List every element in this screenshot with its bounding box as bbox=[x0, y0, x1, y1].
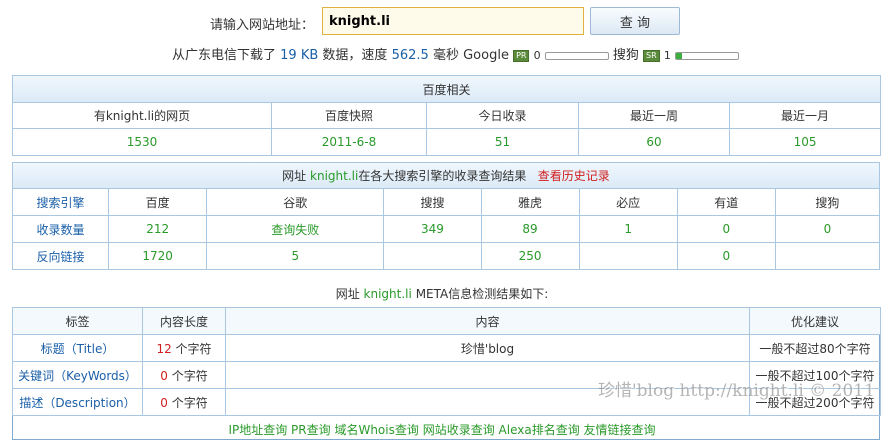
meta-row-label: 标题（Title） bbox=[12, 334, 143, 362]
baidu-snapshot-link[interactable]: 2011-6-8 bbox=[271, 128, 427, 156]
engines-header: 搜搜 bbox=[383, 188, 482, 216]
query-button[interactable]: 查 询 bbox=[590, 7, 680, 35]
meta-length: 0 个字符 bbox=[142, 361, 226, 389]
sr-bar bbox=[674, 51, 739, 60]
meta-row-label: 关键词（KeyWords） bbox=[12, 361, 143, 389]
status-mid: 数据，速度 bbox=[322, 48, 388, 63]
engines-cell[interactable]: 0 bbox=[774, 215, 881, 243]
engines-header: 百度 bbox=[108, 188, 208, 216]
meta-header: 内容长度 bbox=[142, 307, 226, 335]
engines-cell[interactable]: 212 bbox=[108, 215, 208, 243]
engines-cell[interactable]: 1720 bbox=[108, 242, 208, 270]
sr-badge-icon: SR bbox=[643, 49, 660, 62]
meta-title-suffix: META信息检测结果如下: bbox=[415, 287, 549, 301]
meta-row-label: 描述（Description） bbox=[12, 388, 143, 416]
pr-badge-icon: PR bbox=[513, 49, 530, 62]
history-link[interactable]: 查看历史记录 bbox=[538, 169, 610, 183]
download-size: 19 KB bbox=[280, 48, 319, 63]
meta-length-value: 0 bbox=[160, 395, 168, 410]
baidu-header: 有knight.li的网页 bbox=[12, 102, 272, 129]
status-unit: 毫秒 bbox=[432, 48, 459, 63]
url-input[interactable] bbox=[322, 7, 584, 35]
engines-cell[interactable]: 89 bbox=[480, 215, 580, 243]
engines-cell[interactable]: 250 bbox=[480, 242, 580, 270]
sr-value: 1 bbox=[663, 49, 671, 62]
google-label: Google bbox=[463, 48, 509, 63]
status-line: 从广东电信下载了 19 KB 数据，速度 562.5 毫秒 Google PR … bbox=[172, 44, 739, 63]
footer-link-index[interactable]: 网站收录查询 bbox=[423, 423, 495, 437]
meta-length-value: 12 bbox=[156, 341, 172, 356]
pr-value: 0 bbox=[533, 49, 541, 62]
engines-cell[interactable] bbox=[383, 242, 482, 270]
baidu-today-link[interactable]: 51 bbox=[426, 128, 579, 156]
engines-cell[interactable]: 349 bbox=[383, 215, 482, 243]
baidu-header: 最近一周 bbox=[578, 102, 730, 129]
meta-length: 0 个字符 bbox=[142, 388, 226, 416]
engines-cell[interactable]: 0 bbox=[676, 242, 776, 270]
baidu-header: 百度快照 bbox=[271, 102, 427, 129]
meta-advice: 一般不超过80个字符 bbox=[749, 334, 881, 362]
meta-length-value: 0 bbox=[160, 368, 168, 383]
meta-length: 12 个字符 bbox=[142, 334, 226, 362]
status-prefix: 从广东电信下载了 bbox=[172, 48, 277, 63]
meta-content: 珍惜'blog bbox=[225, 334, 750, 362]
engines-cell[interactable] bbox=[774, 242, 881, 270]
engines-title-prefix: 网址 bbox=[282, 169, 307, 183]
meta-header: 内容 bbox=[225, 307, 750, 335]
footer-link-friends[interactable]: 友情链接查询 bbox=[584, 423, 656, 437]
footer-link-whois[interactable]: 域名Whois查询 bbox=[334, 423, 418, 437]
engines-header: 必应 bbox=[578, 188, 678, 216]
engines-row-label: 收录数量 bbox=[11, 215, 110, 243]
sogou-label: 搜狗 bbox=[612, 48, 639, 63]
meta-domain: knight.li bbox=[363, 287, 412, 301]
watermark: 珍惜'blog http://knight.li © 2011 bbox=[598, 381, 875, 401]
baidu-table: 百度相关 有knight.li的网页 百度快照 今日收录 最近一周 最近一月 1… bbox=[11, 75, 882, 156]
download-speed: 562.5 bbox=[391, 48, 429, 63]
engines-header: 搜索引擎 bbox=[11, 188, 110, 216]
footer-links: IP地址查询 PR查询 域名Whois查询 网站收录查询 Alexa排名查询 友… bbox=[0, 421, 884, 438]
engines-header: 谷歌 bbox=[206, 188, 385, 216]
baidu-header: 最近一月 bbox=[728, 102, 882, 129]
engines-cell[interactable]: 查询失败 bbox=[206, 215, 385, 243]
engines-table: 网址 knight.li在各大搜索引擎的收录查询结果 查看历史记录 搜索引擎 百… bbox=[11, 162, 881, 270]
engines-header: 搜狗 bbox=[774, 188, 881, 216]
meta-title: 网址 knight.li META信息检测结果如下: bbox=[0, 285, 884, 302]
meta-title-prefix: 网址 bbox=[335, 287, 360, 301]
engines-title-suffix: 在各大搜索引擎的收录查询结果 bbox=[358, 169, 527, 183]
footer-link-ip[interactable]: IP地址查询 bbox=[228, 423, 287, 437]
baidu-title: 百度相关 bbox=[11, 75, 882, 103]
meta-length-unit: 个字符 bbox=[175, 341, 212, 356]
pr-bar bbox=[544, 51, 609, 60]
engines-cell[interactable]: 0 bbox=[676, 215, 776, 243]
baidu-week-link[interactable]: 60 bbox=[578, 128, 730, 156]
meta-header: 标签 bbox=[12, 307, 143, 335]
engines-domain: knight.li bbox=[310, 169, 359, 183]
meta-header: 优化建议 bbox=[749, 307, 881, 335]
baidu-header: 今日收录 bbox=[426, 102, 579, 129]
meta-length-unit: 个字符 bbox=[171, 368, 208, 383]
footer-link-alexa[interactable]: Alexa排名查询 bbox=[499, 423, 580, 437]
engines-title: 网址 knight.li在各大搜索引擎的收录查询结果 查看历史记录 bbox=[12, 162, 880, 189]
footer-link-pr[interactable]: PR查询 bbox=[291, 423, 331, 437]
engines-cell[interactable] bbox=[578, 242, 678, 270]
url-label: 请输入网站地址： bbox=[210, 18, 315, 33]
engines-cell[interactable]: 1 bbox=[578, 215, 678, 243]
baidu-pages-link[interactable]: 1530 bbox=[12, 128, 272, 156]
baidu-month-link[interactable]: 105 bbox=[728, 128, 882, 156]
engines-header: 有道 bbox=[676, 188, 776, 216]
engines-row-label: 反向链接 bbox=[11, 242, 110, 270]
meta-length-unit: 个字符 bbox=[171, 395, 208, 410]
engines-cell[interactable]: 5 bbox=[206, 242, 385, 270]
engines-header: 雅虎 bbox=[480, 188, 580, 216]
